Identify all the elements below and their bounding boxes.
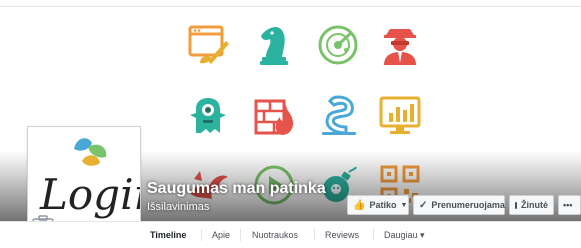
tab-divider bbox=[314, 229, 315, 241]
monster-icon bbox=[190, 98, 226, 133]
like-button[interactable]: 👍 Patiko ▼ bbox=[347, 195, 409, 215]
chart-monitor-icon bbox=[379, 96, 421, 134]
follow-button[interactable]: ✓ Prenumeruojama bbox=[413, 195, 505, 215]
tab-photos[interactable]: Nuotraukos bbox=[252, 222, 298, 248]
svg-text:Login: Login bbox=[39, 170, 140, 219]
radar-icon bbox=[318, 25, 358, 65]
follow-button-label: Prenumeruojama bbox=[431, 200, 505, 210]
tab-timeline[interactable]: Timeline bbox=[150, 222, 186, 248]
tab-about[interactable]: Apie bbox=[212, 222, 230, 248]
tab-divider bbox=[373, 229, 374, 241]
thumbs-up-icon: 👍 bbox=[353, 199, 366, 211]
facebook-page-header: Login Saugumas man patinka Išsilavinimas… bbox=[0, 0, 581, 248]
more-options-button[interactable]: ••• bbox=[558, 195, 581, 215]
hacker-icon bbox=[384, 29, 416, 65]
chevron-down-icon: ▼ bbox=[400, 201, 408, 209]
firewall-icon bbox=[254, 99, 294, 135]
tab-divider bbox=[201, 229, 202, 241]
message-button-label: Žinutė bbox=[521, 200, 548, 210]
more-options-label: ••• bbox=[563, 200, 573, 210]
page-title[interactable]: Saugumas man patinka bbox=[147, 180, 326, 198]
browser-edit-icon bbox=[188, 25, 229, 64]
tab-reviews[interactable]: Reviews bbox=[325, 222, 359, 248]
chess-knight-icon bbox=[260, 27, 288, 65]
message-icon bbox=[515, 201, 517, 209]
tab-more[interactable]: Daugiau ▾ bbox=[384, 222, 425, 248]
checkmark-icon: ✓ bbox=[419, 199, 428, 211]
worm-icon bbox=[322, 95, 356, 135]
tab-divider bbox=[240, 229, 241, 241]
message-button[interactable]: Žinutė bbox=[509, 195, 554, 215]
like-button-label: Patiko bbox=[369, 200, 397, 210]
page-category[interactable]: Išsilavinimas bbox=[147, 201, 209, 213]
page-tabs: Timeline Apie Nuotraukos Reviews Daugiau… bbox=[0, 221, 581, 248]
